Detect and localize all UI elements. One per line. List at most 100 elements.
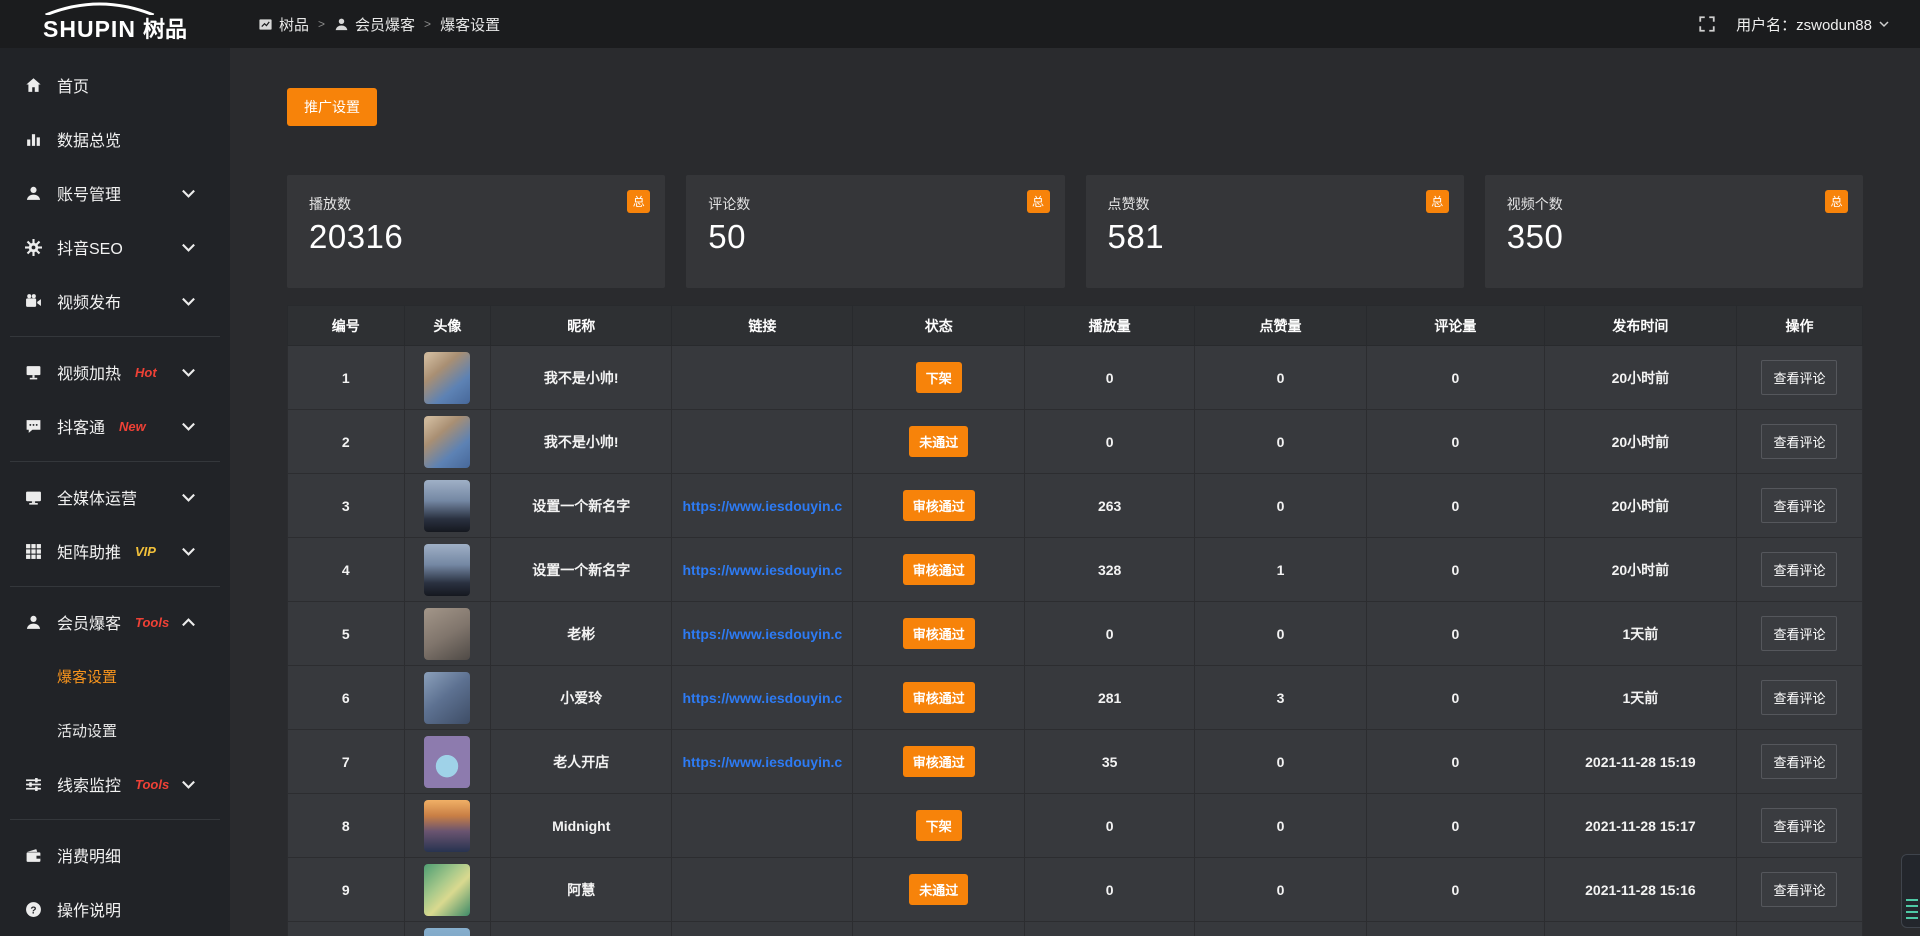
- status-cell: 审核通过: [853, 474, 1025, 538]
- chevron-down-icon: [1878, 18, 1890, 30]
- stat-value: 350: [1507, 218, 1841, 256]
- row-id-cell: [288, 922, 405, 936]
- avatar-cell: [404, 474, 491, 538]
- sidebar-item-操作说明[interactable]: ?操作说明: [0, 882, 230, 936]
- avatar: [424, 416, 470, 468]
- status-badge: 未通过: [909, 426, 968, 457]
- row-id-cell: 4: [288, 538, 405, 602]
- avatar: [424, 480, 470, 532]
- sidebar-item-label: 视频发布: [57, 289, 121, 313]
- top-bar: SHUPIN 树品 树品>会员爆客>爆客设置 用户名：zswodun88: [0, 0, 1920, 48]
- sidebar-item-label: 消费明细: [57, 843, 121, 867]
- time-cell: 20小时前: [1544, 410, 1736, 474]
- table-row: 9阿慧未通过0002021-11-28 15:16查看评论: [288, 858, 1863, 922]
- view-comments-button[interactable]: 查看评论: [1761, 616, 1837, 651]
- table-header-发布时间: 发布时间: [1544, 306, 1736, 346]
- stat-label: 播放数: [309, 194, 643, 214]
- view-comments-button[interactable]: 查看评论: [1761, 744, 1837, 779]
- table-header-状态: 状态: [853, 306, 1025, 346]
- video-link[interactable]: https://www.iesdouyin.c: [683, 690, 843, 706]
- video-link[interactable]: https://www.iesdouyin.c: [683, 562, 843, 578]
- video-link[interactable]: https://www.iesdouyin.c: [683, 498, 843, 514]
- view-comments-button[interactable]: 查看评论: [1761, 680, 1837, 715]
- sidebar-subitem-label: 活动设置: [57, 720, 117, 741]
- view-comments-button[interactable]: 查看评论: [1761, 488, 1837, 523]
- video-link[interactable]: https://www.iesdouyin.c: [683, 754, 843, 770]
- view-comments-button[interactable]: 查看评论: [1761, 872, 1837, 907]
- avatar-cell: [404, 922, 491, 936]
- nickname-cell: 老人开店: [491, 730, 672, 794]
- view-comments-button[interactable]: 查看评论: [1761, 360, 1837, 395]
- sidebar-item-label: 首页: [57, 73, 89, 97]
- action-cell: 查看评论: [1736, 474, 1862, 538]
- status-badge: 下架: [916, 810, 962, 841]
- view-comments-button[interactable]: 查看评论: [1761, 808, 1837, 843]
- sidebar-item-账号管理[interactable]: 账号管理: [0, 166, 230, 220]
- likes-cell: 0: [1195, 602, 1367, 666]
- sidebar-item-矩阵助推[interactable]: 矩阵助推VIP: [0, 524, 230, 578]
- plays-cell: 0: [1025, 602, 1195, 666]
- chat-icon: [25, 418, 42, 435]
- sidebar-item-视频发布[interactable]: 视频发布: [0, 274, 230, 328]
- sidebar-item-数据总览[interactable]: 数据总览: [0, 112, 230, 166]
- sidebar-item-抖客通[interactable]: 抖客通New: [0, 399, 230, 453]
- main-content: 推广设置 播放数20316总评论数50总点赞数581总视频个数350总 编号头像…: [230, 48, 1920, 936]
- sidebar-item-首页[interactable]: 首页: [0, 58, 230, 112]
- promotion-settings-button[interactable]: 推广设置: [287, 88, 377, 126]
- comments-cell: 0: [1366, 538, 1544, 602]
- sidebar-item-视频加热[interactable]: 视频加热Hot: [0, 345, 230, 399]
- plays-cell: 0: [1025, 346, 1195, 410]
- sidebar-subitem-活动设置[interactable]: 活动设置: [0, 703, 230, 757]
- status-cell: 审核通过: [853, 666, 1025, 730]
- sidebar-item-tag: Tools: [135, 615, 169, 630]
- stat-total-badge: 总: [1027, 190, 1050, 213]
- sidebar-item-抖音SEO[interactable]: 抖音SEO: [0, 220, 230, 274]
- breadcrumb-label: 树品: [279, 14, 309, 35]
- stat-card: 播放数20316总: [287, 175, 665, 288]
- sidebar-item-全媒体运营[interactable]: 全媒体运营: [0, 470, 230, 524]
- fullscreen-icon[interactable]: [1698, 15, 1716, 33]
- action-cell: 查看评论: [1736, 666, 1862, 730]
- chevron-down-icon: [180, 489, 197, 506]
- floating-widget[interactable]: [1901, 854, 1920, 928]
- row-id-cell: 1: [288, 346, 405, 410]
- sidebar-item-会员爆客[interactable]: 会员爆客Tools: [0, 595, 230, 649]
- status-badge: 审核通过: [903, 618, 975, 649]
- breadcrumb-item[interactable]: 树品: [258, 14, 309, 35]
- likes-cell: 3: [1195, 666, 1367, 730]
- table-header-播放量: 播放量: [1025, 306, 1195, 346]
- user-icon: [25, 185, 42, 202]
- sidebar-subitem-爆客设置[interactable]: 爆客设置: [0, 649, 230, 703]
- time-cell: 20小时前: [1544, 346, 1736, 410]
- stat-label: 评论数: [708, 194, 1042, 214]
- breadcrumb-label: 爆客设置: [440, 14, 500, 35]
- comments-cell: 0: [1366, 410, 1544, 474]
- table-header-头像: 头像: [404, 306, 491, 346]
- plays-cell: 281: [1025, 666, 1195, 730]
- view-comments-button[interactable]: 查看评论: [1761, 424, 1837, 459]
- view-comments-button[interactable]: 查看评论: [1761, 552, 1837, 587]
- avatar: [424, 800, 470, 852]
- stat-card: 点赞数581总: [1086, 175, 1464, 288]
- nickname-cell: 老彬: [491, 602, 672, 666]
- breadcrumb-item[interactable]: 会员爆客: [334, 14, 415, 35]
- action-cell: 查看评论: [1736, 346, 1862, 410]
- table-header-评论量: 评论量: [1366, 306, 1544, 346]
- status-cell: 未通过: [853, 410, 1025, 474]
- breadcrumb-item[interactable]: 爆客设置: [440, 14, 500, 35]
- stat-total-badge: 总: [627, 190, 650, 213]
- link-cell: [672, 922, 853, 936]
- video-link[interactable]: https://www.iesdouyin.c: [683, 626, 843, 642]
- app-logo: SHUPIN 树品: [0, 0, 230, 48]
- sidebar-item-线索监控[interactable]: 线索监控Tools: [0, 757, 230, 811]
- grid-icon: [25, 543, 42, 560]
- sidebar-item-label: 抖音SEO: [57, 235, 123, 259]
- nickname-cell: 我不是小帅!: [491, 346, 672, 410]
- avatar-cell: [404, 858, 491, 922]
- sidebar-item-消费明细[interactable]: 消费明细: [0, 828, 230, 882]
- user-menu[interactable]: 用户名：zswodun88: [1736, 14, 1890, 35]
- logo-arc: [41, 2, 159, 15]
- avatar: [424, 352, 470, 404]
- board-icon: [258, 17, 273, 32]
- nickname-cell: [491, 922, 672, 936]
